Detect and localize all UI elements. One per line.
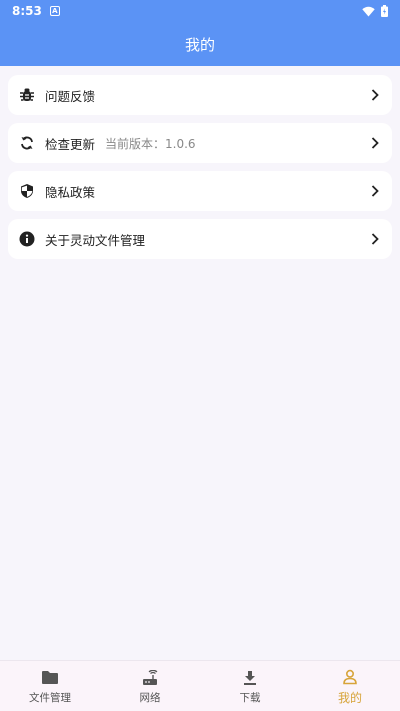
nav-network-label: 网络 — [139, 691, 161, 704]
chevron-right-icon — [368, 232, 382, 246]
privacy-policy-item[interactable]: 隐私政策 — [8, 171, 392, 211]
check-update-item[interactable]: 检查更新 当前版本：1.0.6 — [8, 123, 392, 163]
refresh-icon — [18, 134, 36, 152]
notification-a-icon: A — [49, 6, 60, 16]
bug-icon — [18, 86, 36, 104]
router-icon — [141, 668, 159, 688]
nav-file-manager-label: 文件管理 — [29, 691, 71, 704]
shield-icon — [18, 182, 36, 200]
about-label: 关于灵动文件管理 — [45, 232, 146, 248]
chevron-right-icon — [368, 184, 382, 198]
feedback-item[interactable]: 问题反馈 — [8, 75, 392, 115]
folder-icon — [41, 668, 59, 688]
page-title: 我的 — [184, 36, 215, 54]
chevron-right-icon — [368, 88, 382, 102]
current-version-text: 当前版本：1.0.6 — [105, 136, 196, 151]
person-icon — [342, 667, 358, 687]
nav-file-manager[interactable]: 文件管理 — [0, 661, 100, 711]
privacy-policy-label: 隐私政策 — [45, 184, 96, 200]
bottom-navigation: 文件管理 网络 下载 我的 — [0, 660, 400, 711]
settings-list: 问题反馈 检查更新 当前版本：1.0.6 隐私政策 关于灵动文件管理 — [8, 75, 392, 267]
status-right — [362, 5, 388, 17]
battery-icon — [381, 5, 388, 17]
nav-mine-label: 我的 — [337, 690, 362, 705]
feedback-label: 问题反馈 — [45, 88, 96, 104]
nav-download[interactable]: 下载 — [200, 661, 300, 711]
chevron-right-icon — [368, 136, 382, 150]
app-bar: 8:53 A 我的 — [0, 0, 400, 66]
status-bar: 8:53 A — [0, 0, 400, 22]
nav-mine[interactable]: 我的 — [300, 661, 400, 711]
about-item[interactable]: 关于灵动文件管理 — [8, 219, 392, 259]
download-icon — [243, 668, 257, 688]
wifi-icon — [362, 6, 375, 16]
check-update-label: 检查更新 — [45, 136, 96, 152]
nav-download-label: 下载 — [239, 691, 261, 704]
info-icon — [18, 230, 36, 248]
status-time: 8:53 — [12, 4, 42, 18]
nav-network[interactable]: 网络 — [100, 661, 200, 711]
